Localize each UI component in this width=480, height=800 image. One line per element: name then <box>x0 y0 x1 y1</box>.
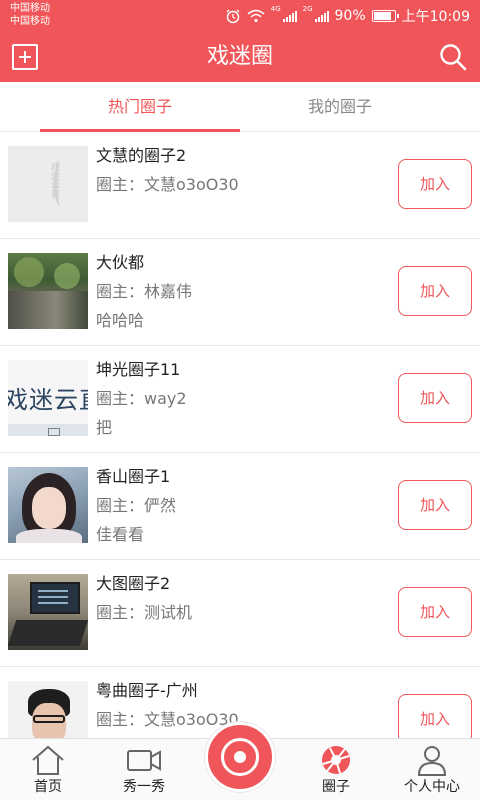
title-bar: 戏迷圈 <box>0 32 480 82</box>
status-bar: 中国移动 中国移动 4G 2G 90% 上午10:09 <box>0 0 480 32</box>
record-button[interactable] <box>205 722 275 792</box>
search-icon[interactable] <box>438 42 468 72</box>
circle-thumbnail: 戏迷云直 <box>8 360 88 436</box>
circle-name: 文慧的圈子2 <box>96 146 187 165</box>
join-button[interactable]: 加入 <box>398 694 472 738</box>
network-tag-4g: 4G <box>270 5 281 13</box>
list-item[interactable]: 戏迷云直 坤光圈子11 圈主：way2 把 加入 <box>0 346 480 453</box>
circle-tabs: 热门圈子 我的圈子 <box>0 82 480 132</box>
join-button[interactable]: 加入 <box>398 587 472 637</box>
nav-label: 圈子 <box>322 779 350 795</box>
video-camera-icon <box>127 750 161 771</box>
circle-thumbnail <box>8 574 88 650</box>
battery-percent: 90% <box>334 8 366 24</box>
logo-mark-icon <box>54 158 68 208</box>
person-icon <box>417 746 447 776</box>
circle-description: 哈哈哈 <box>96 311 145 330</box>
thumbnail-banner-text: 戏迷云直 <box>8 386 88 414</box>
circle-thumbnail <box>8 253 88 329</box>
status-icons: 4G 2G 90% 上午10:09 <box>225 5 470 27</box>
tab-my-circles[interactable]: 我的圈子 <box>240 82 440 132</box>
app-screen: 中国移动 中国移动 4G 2G 90% 上午10:09 戏迷圈 热门圈子 我的圈… <box>0 0 480 800</box>
circle-name: 大伙都 <box>96 253 145 272</box>
circle-name: 坤光圈子11 <box>96 360 181 379</box>
join-button[interactable]: 加入 <box>398 480 472 530</box>
page-title: 戏迷圈 <box>206 44 273 69</box>
aperture-icon <box>322 746 350 774</box>
circle-owner: 圈主：林嘉伟 <box>96 282 193 301</box>
carrier-label-1: 中国移动 <box>10 3 50 14</box>
home-icon <box>32 745 64 775</box>
nav-label: 个人中心 <box>404 779 460 795</box>
circle-owner: 圈主：way2 <box>96 389 187 408</box>
circle-name: 香山圈子1 <box>96 467 171 486</box>
circle-name: 粤曲圈子-广州 <box>96 681 198 700</box>
circle-description: 把 <box>96 418 113 437</box>
circle-owner: 圈主：俨然 <box>96 496 177 515</box>
carrier-label-2: 中国移动 <box>10 16 50 27</box>
join-button[interactable]: 加入 <box>398 373 472 423</box>
circle-list[interactable]: 戏迷云直 文慧的圈子2 圈主：文慧o3oO30 加入 大伙都 圈主：林嘉伟 哈哈… <box>0 132 480 738</box>
circle-thumbnail <box>8 467 88 543</box>
battery-icon <box>371 10 399 22</box>
nav-label: 秀一秀 <box>123 779 165 795</box>
nav-profile[interactable]: 个人中心 <box>384 739 480 800</box>
circle-name: 大图圈子2 <box>96 574 171 593</box>
circle-owner: 圈主：文慧o3oO30 <box>96 175 239 194</box>
circle-owner: 圈主：测试机 <box>96 603 193 622</box>
nav-home[interactable]: 首页 <box>0 739 96 800</box>
circle-owner: 圈主：文慧o3oO30 <box>96 710 239 729</box>
tab-hot-circles[interactable]: 热门圈子 <box>40 82 240 132</box>
circle-thumbnail <box>8 681 88 738</box>
list-item[interactable]: 大图圈子2 圈主：测试机 加入 <box>0 560 480 667</box>
nav-show[interactable]: 秀一秀 <box>96 739 192 800</box>
wifi-icon <box>247 9 265 23</box>
join-button[interactable]: 加入 <box>398 266 472 316</box>
alarm-icon <box>226 9 240 24</box>
list-item[interactable]: 香山圈子1 圈主：俨然 佳看看 加入 <box>0 453 480 560</box>
signal-icon-2 <box>314 10 329 22</box>
nav-circles[interactable]: 圈子 <box>288 739 384 800</box>
circle-description: 佳看看 <box>96 525 145 544</box>
clock: 上午10:09 <box>401 9 470 25</box>
list-item[interactable]: 大伙都 圈主：林嘉伟 哈哈哈 加入 <box>0 239 480 346</box>
join-button[interactable]: 加入 <box>398 159 472 209</box>
network-tag-2g: 2G <box>302 5 313 13</box>
list-item[interactable]: 戏迷云直 文慧的圈子2 圈主：文慧o3oO30 加入 <box>0 132 480 239</box>
nav-label: 首页 <box>34 779 62 795</box>
circle-thumbnail: 戏迷云直 <box>8 146 88 222</box>
signal-icon <box>282 10 297 22</box>
